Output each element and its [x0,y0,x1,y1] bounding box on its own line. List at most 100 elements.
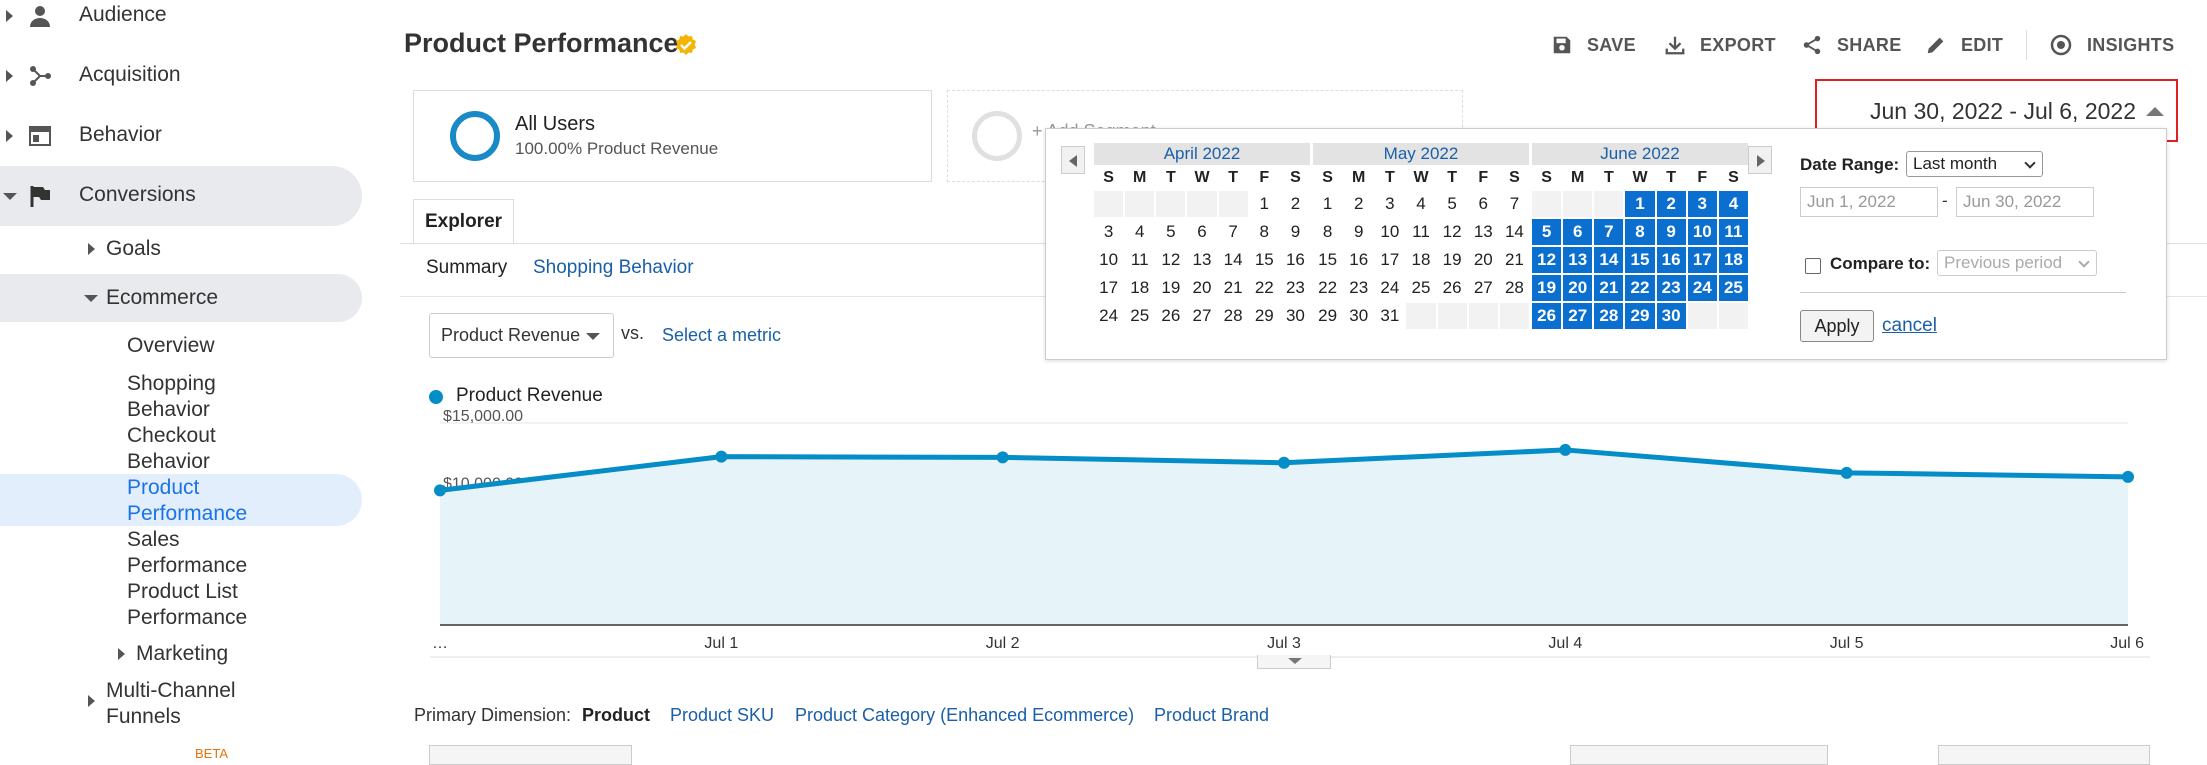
subtab-shopping-behavior[interactable]: Shopping Behavior [533,257,694,279]
calendar-day[interactable]: 16 [1656,247,1686,273]
calendar-day[interactable]: 22 [1250,275,1279,301]
calendar-day[interactable]: 23 [1656,275,1686,301]
calendar-day[interactable]: 16 [1281,247,1310,273]
export-button[interactable]: EXPORT [1664,30,1776,60]
calendar-day[interactable]: 24 [1094,303,1123,329]
apply-button[interactable]: Apply [1800,310,1874,342]
calendar-day[interactable]: 15 [1313,247,1342,273]
calendar-day[interactable]: 4 [1718,191,1748,217]
share-button[interactable]: SHARE [1801,30,1902,60]
calendar-day[interactable]: 2 [1281,191,1310,217]
legend-label[interactable]: Product Revenue [456,385,603,407]
data-point[interactable] [715,450,728,463]
calendar-day[interactable]: 1 [1313,191,1342,217]
calendar-day[interactable]: 28 [1500,275,1529,301]
calendar-day[interactable]: 3 [1687,191,1717,217]
segment-all-users[interactable]: All Users 100.00% Product Revenue [413,90,932,182]
sidebar-item-multi-channel-funnels[interactable]: Multi-Channel Funnels [106,678,236,730]
sidebar-item-shopping-behavior[interactable]: Shopping Behavior [127,371,216,423]
calendar-day[interactable]: 30 [1656,303,1686,329]
calendar-day[interactable]: 14 [1500,219,1529,245]
calendar-day[interactable]: 3 [1094,219,1123,245]
calendar-day[interactable]: 19 [1532,275,1562,301]
calendar-day[interactable]: 26 [1532,303,1562,329]
calendar-day[interactable]: 29 [1625,303,1655,329]
calendar-day[interactable]: 24 [1375,275,1404,301]
sidebar-item-product-performance[interactable]: Product Performance [127,475,247,527]
sidebar-item-marketing[interactable]: Marketing [136,642,228,666]
calendar-day[interactable]: 20 [1563,275,1593,301]
calendar-day[interactable]: 3 [1375,191,1404,217]
dimension-product-category[interactable]: Product Category (Enhanced Ecommerce) [795,705,1134,726]
table-view-toggles[interactable] [1938,745,2150,765]
calendar-day[interactable]: 30 [1344,303,1373,329]
compare-period-select[interactable]: Previous period [1937,250,2097,276]
calendar-day[interactable]: 9 [1656,219,1686,245]
start-date-input[interactable]: Jun 1, 2022 [1800,187,1938,217]
calendar-day[interactable]: 29 [1250,303,1279,329]
data-point[interactable] [2122,470,2134,483]
dimension-product-sku[interactable]: Product SKU [670,705,774,726]
calendar-day[interactable]: 13 [1563,247,1593,273]
calendar-day[interactable]: 4 [1125,219,1154,245]
calendar-day[interactable]: 9 [1281,219,1310,245]
cancel-link[interactable]: cancel [1882,315,1937,337]
calendar-day[interactable]: 11 [1406,219,1435,245]
dimension-product-brand[interactable]: Product Brand [1154,705,1269,726]
compare-checkbox[interactable] [1805,258,1821,274]
select-metric-link[interactable]: Select a metric [662,325,781,346]
calendar-day[interactable]: 1 [1625,191,1655,217]
tab-explorer[interactable]: Explorer [413,199,514,243]
calendar-day[interactable]: 6 [1187,219,1216,245]
calendar-day[interactable]: 31 [1375,303,1404,329]
calendar-day[interactable]: 7 [1219,219,1248,245]
calendar-day[interactable]: 27 [1187,303,1216,329]
calendar-day[interactable]: 12 [1438,219,1467,245]
calendar-day[interactable]: 22 [1625,275,1655,301]
calendar-day[interactable]: 13 [1469,219,1498,245]
calendar-day[interactable]: 4 [1406,191,1435,217]
subtab-summary[interactable]: Summary [426,257,507,279]
calendar-day[interactable]: 17 [1094,275,1123,301]
calendar-day[interactable]: 11 [1718,219,1748,245]
calendar-day[interactable]: 28 [1219,303,1248,329]
calendar-day[interactable]: 28 [1594,303,1624,329]
sidebar-item-sales-performance[interactable]: Sales Performance [127,527,247,579]
calendar-day[interactable]: 11 [1125,247,1154,273]
sidebar-item-goals[interactable]: Goals [106,237,161,261]
calendar-day[interactable]: 10 [1094,247,1123,273]
chart-collapse-toggle[interactable] [1257,655,1331,669]
calendar-day[interactable]: 6 [1563,219,1593,245]
calendar-day[interactable]: 30 [1281,303,1310,329]
calendar-day[interactable]: 15 [1625,247,1655,273]
calendar-day[interactable]: 29 [1313,303,1342,329]
secondary-dimension-dropdown[interactable] [429,745,632,765]
calendar-next-button[interactable] [1748,146,1772,174]
calendar-day[interactable]: 5 [1156,219,1185,245]
calendar-day[interactable]: 19 [1438,247,1467,273]
calendar-day[interactable]: 18 [1125,275,1154,301]
calendar-day[interactable]: 15 [1250,247,1279,273]
calendar-day[interactable]: 26 [1438,275,1467,301]
calendar-day[interactable]: 8 [1313,219,1342,245]
data-point[interactable] [1559,443,1572,456]
calendar-day[interactable]: 14 [1594,247,1624,273]
calendar-day[interactable]: 9 [1344,219,1373,245]
calendar-day[interactable]: 25 [1125,303,1154,329]
data-point[interactable] [1840,466,1853,479]
data-point[interactable] [434,484,446,497]
calendar-day[interactable]: 27 [1563,303,1593,329]
calendar-day[interactable]: 17 [1375,247,1404,273]
calendar-day[interactable]: 13 [1187,247,1216,273]
sidebar-item-product-list-performance[interactable]: Product List Performance [127,579,247,631]
sidebar-item-acquisition[interactable]: Acquisition [0,46,362,106]
calendar-day[interactable]: 23 [1281,275,1310,301]
calendar-day[interactable]: 19 [1156,275,1185,301]
calendar-day[interactable]: 6 [1469,191,1498,217]
calendar-day[interactable]: 21 [1219,275,1248,301]
calendar-day[interactable]: 12 [1156,247,1185,273]
calendar-day[interactable]: 14 [1219,247,1248,273]
sidebar-item-ecommerce[interactable]: Ecommerce [106,286,218,310]
calendar-day[interactable]: 21 [1500,247,1529,273]
insights-button[interactable]: INSIGHTS [2049,30,2174,60]
